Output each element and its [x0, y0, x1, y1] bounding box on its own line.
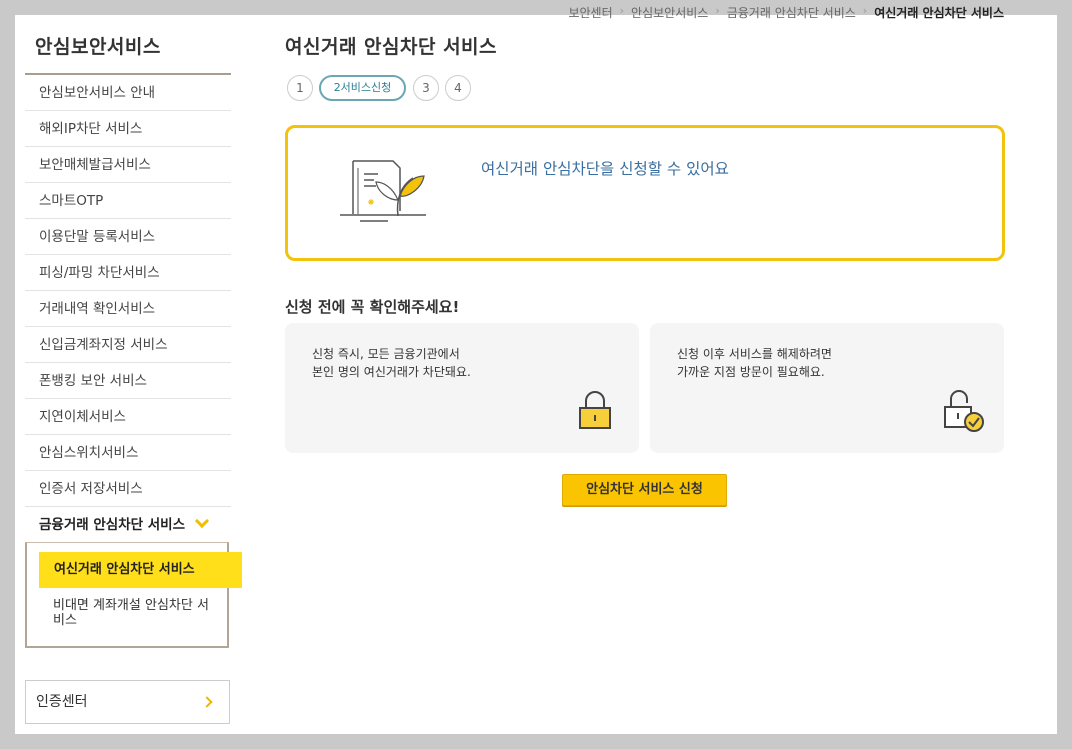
- sidebar-item-label: 금융거래 안심차단 서비스: [39, 517, 186, 533]
- submenu-item-nonface-account-block[interactable]: 비대면 계좌개설 안심차단 서비스: [53, 598, 218, 628]
- breadcrumb-item-security-center[interactable]: 보안센터: [568, 4, 612, 21]
- sidebar-title: 안심보안서비스: [35, 36, 161, 58]
- sidebar-item-phone-banking[interactable]: 폰뱅킹 보안 서비스: [25, 363, 231, 399]
- info-card: 신청 즉시, 모든 금융기관에서 본인 명의 여신거래가 차단돼요.: [285, 323, 639, 453]
- breadcrumb-item-current: 여신거래 안심차단 서비스: [874, 6, 1004, 20]
- sidebar-item-financial-block[interactable]: 금융거래 안심차단 서비스: [25, 507, 231, 543]
- notice-text: 여신거래 안심차단을 신청할 수 있어요: [481, 160, 729, 178]
- breadcrumb: 보안센터 › 안심보안서비스 › 금융거래 안심차단 서비스 › 여신거래 안심…: [568, 4, 1004, 21]
- card-text-line: 신청 이후 서비스를 해제하려면: [677, 347, 832, 361]
- step-2-current: 2서비스신청: [319, 75, 406, 101]
- chevron-down-icon: [194, 513, 210, 529]
- lock-icon: [579, 391, 611, 429]
- apply-service-button[interactable]: 안심차단 서비스 신청: [562, 474, 727, 506]
- step-indicator: 1 2서비스신청 3 4: [287, 75, 477, 101]
- submenu-item-loan-block[interactable]: 여신거래 안심차단 서비스: [39, 552, 242, 588]
- sidebar-menu: 안심보안서비스 안내 해외IP차단 서비스 보안매체발급서비스 스마트OTP 이…: [25, 73, 231, 543]
- card-text-line: 가까운 지점 방문이 필요해요.: [677, 365, 825, 379]
- breadcrumb-separator: ›: [715, 4, 720, 17]
- info-card: 신청 이후 서비스를 해제하려면 가까운 지점 방문이 필요해요.: [650, 323, 1004, 453]
- sidebar-item-cert-storage[interactable]: 인증서 저장서비스: [25, 471, 231, 507]
- breadcrumb-separator: ›: [619, 4, 625, 17]
- breadcrumb-separator: ›: [862, 4, 868, 17]
- notice-box: 여신거래 안심차단을 신청할 수 있어요: [285, 125, 1005, 261]
- card-text: 신청 즉시, 모든 금융기관에서 본인 명의 여신거래가 차단돼요.: [312, 345, 471, 381]
- sidebar-item-overseas-ip-block[interactable]: 해외IP차단 서비스: [25, 111, 231, 147]
- sidebar-item-smart-otp[interactable]: 스마트OTP: [25, 183, 231, 219]
- card-text-line: 신청 즉시, 모든 금융기관에서: [312, 347, 460, 361]
- sidebar-item-device-registration[interactable]: 이용단말 등록서비스: [25, 219, 231, 255]
- sidebar-item-new-deposit-account[interactable]: 신입금계좌지정 서비스: [25, 327, 231, 363]
- cert-center-link[interactable]: 인증센터: [25, 680, 230, 724]
- sidebar-item-phishing-block[interactable]: 피싱/파밍 차단서비스: [25, 255, 231, 291]
- page-title: 여신거래 안심차단 서비스: [285, 36, 498, 58]
- sidebar-item-transaction-check[interactable]: 거래내역 확인서비스: [25, 291, 231, 327]
- document-leaf-icon: [340, 160, 426, 222]
- card-text: 신청 이후 서비스를 해제하려면 가까운 지점 방문이 필요해요.: [677, 345, 832, 381]
- breadcrumb-item-financial-block[interactable]: 금융거래 안심차단 서비스: [727, 4, 856, 21]
- cert-center-label: 인증센터: [36, 694, 88, 710]
- sidebar-item-delayed-transfer[interactable]: 지연이체서비스: [25, 399, 231, 435]
- chevron-right-icon: [201, 696, 213, 708]
- step-3: 3: [413, 75, 439, 101]
- sidebar-item-safe-switch[interactable]: 안심스위치서비스: [25, 435, 231, 471]
- step-4: 4: [445, 75, 471, 101]
- card-text-line: 본인 명의 여신거래가 차단돼요.: [312, 365, 471, 379]
- sidebar-submenu: 여신거래 안심차단 서비스 비대면 계좌개설 안심차단 서비스: [25, 542, 242, 648]
- sidebar-item-safe-security-guide[interactable]: 안심보안서비스 안내: [25, 75, 231, 111]
- breadcrumb-item-safe-security[interactable]: 안심보안서비스: [631, 4, 708, 21]
- unlock-check-icon: [944, 390, 984, 432]
- sidebar-item-security-media[interactable]: 보안매체발급서비스: [25, 147, 231, 183]
- section-title: 신청 전에 꼭 확인해주세요!: [285, 298, 460, 316]
- step-1: 1: [287, 75, 313, 101]
